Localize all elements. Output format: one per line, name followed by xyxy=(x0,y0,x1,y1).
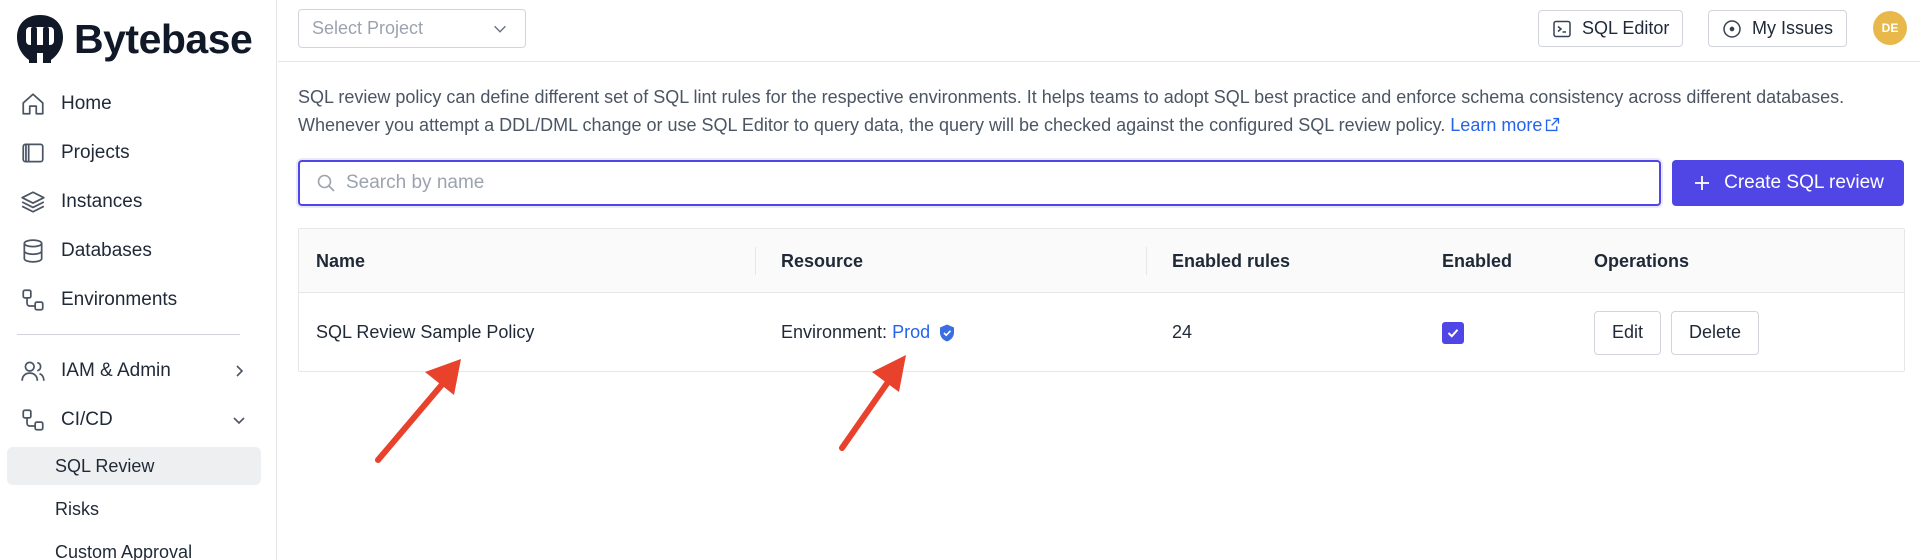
sidebar-item-label: Instances xyxy=(61,191,143,212)
sidebar-item-sql-review[interactable]: SQL Review xyxy=(7,447,261,485)
sql-review-table: Name Resource Enabled rules Enabled Oper… xyxy=(298,228,1905,372)
bytebase-logo-icon xyxy=(17,15,63,63)
workflow-icon xyxy=(22,409,44,431)
sidebar-item-instances[interactable]: Instances xyxy=(7,183,261,221)
table-header: Name Resource Enabled rules Enabled Oper… xyxy=(299,229,1904,293)
column-header-resource: Resource xyxy=(781,250,864,271)
sql-editor-label: SQL Editor xyxy=(1582,18,1670,38)
project-select[interactable]: Select Project xyxy=(298,9,526,48)
create-sql-review-label: Create SQL review xyxy=(1724,172,1884,193)
sidebar-item-label: Databases xyxy=(61,240,152,261)
search-icon xyxy=(317,174,335,192)
sidebar-item-label: CI/CD xyxy=(61,409,113,430)
check-icon xyxy=(1447,328,1459,338)
sidebar-item-iam-admin[interactable]: IAM & Admin xyxy=(7,352,261,390)
policy-resource: Environment: Prod xyxy=(781,293,957,372)
delete-button[interactable]: Delete xyxy=(1671,310,1760,355)
create-sql-review-button[interactable]: Create SQL review xyxy=(1672,160,1904,206)
environment-link[interactable]: Prod xyxy=(892,322,930,343)
table-row[interactable]: SQL Review Sample Policy Environment: Pr… xyxy=(299,293,1904,372)
column-header-enabled: Enabled xyxy=(1442,250,1513,271)
policy-name: SQL Review Sample Policy xyxy=(316,322,535,342)
sidebar-item-home[interactable]: Home xyxy=(7,85,261,123)
search-input[interactable] xyxy=(346,172,1626,194)
circle-dot-icon xyxy=(1723,19,1741,38)
topbar: Select Project SQL Editor My Issues DE xyxy=(278,0,1920,62)
my-issues-button[interactable]: My Issues xyxy=(1708,10,1848,47)
users-icon xyxy=(21,361,45,381)
shield-icon xyxy=(940,324,955,341)
brand-name: Bytebase xyxy=(74,15,253,62)
chevron-right-icon xyxy=(236,365,244,377)
sidebar-item-label: Home xyxy=(61,93,112,114)
sidebar-item-custom-approval[interactable]: Custom Approval xyxy=(7,533,261,560)
sidebar-item-environments[interactable]: Environments xyxy=(7,281,261,319)
app-root: Bytebase Home Projects Instances Databas… xyxy=(0,0,1920,560)
project-select-placeholder: Select Project xyxy=(312,18,424,38)
user-avatar[interactable]: DE xyxy=(1873,11,1907,45)
operations-cell: Edit Delete xyxy=(1594,293,1769,372)
learn-more-link[interactable]: Learn more xyxy=(1450,115,1561,135)
enabled-rules-count: 24 xyxy=(1172,322,1193,342)
column-header-name: Name xyxy=(316,250,366,271)
sidebar-item-databases[interactable]: Databases xyxy=(7,232,261,270)
sidebar-subitem-label: Risks xyxy=(55,498,99,519)
sidebar-item-ci-cd[interactable]: CI/CD xyxy=(7,401,261,439)
sidebar-item-risks[interactable]: Risks xyxy=(7,490,261,528)
sidebar-subitem-label: SQL Review xyxy=(55,455,155,476)
home-icon xyxy=(22,93,44,115)
sidebar-item-projects[interactable]: Projects xyxy=(7,134,261,172)
chevron-down-icon xyxy=(233,417,245,425)
chevron-down-icon xyxy=(494,25,506,33)
terminal-icon xyxy=(1553,20,1571,37)
learn-more-label: Learn more xyxy=(1450,115,1543,135)
enabled-cell xyxy=(1442,293,1464,372)
projects-icon xyxy=(22,143,44,163)
description-text: SQL review policy can define different s… xyxy=(298,87,1845,135)
sidebar-item-label: Environments xyxy=(61,289,178,310)
enabled-checkbox[interactable] xyxy=(1442,321,1464,344)
column-separator xyxy=(755,247,756,275)
plus-icon xyxy=(1695,176,1710,190)
external-link-icon xyxy=(1546,117,1560,132)
column-header-enabled-rules: Enabled rules xyxy=(1172,250,1291,271)
page-description: SQL review policy can define different s… xyxy=(298,83,1908,139)
brand-logo[interactable]: Bytebase xyxy=(14,13,253,65)
sidebar-item-label: Projects xyxy=(61,142,130,163)
database-icon xyxy=(23,239,43,263)
search-box xyxy=(298,160,1661,206)
sql-editor-button[interactable]: SQL Editor xyxy=(1538,10,1684,47)
my-issues-label: My Issues xyxy=(1752,18,1834,38)
edit-button[interactable]: Edit xyxy=(1594,310,1662,355)
layers-icon xyxy=(21,191,45,213)
sidebar-subitem-label: Custom Approval xyxy=(55,541,193,560)
column-separator xyxy=(1146,247,1147,275)
sidebar-divider xyxy=(17,334,240,335)
resource-prefix: Environment: xyxy=(781,322,888,342)
column-header-operations: Operations xyxy=(1594,250,1690,271)
environments-icon xyxy=(22,289,44,311)
annotation-arrow-name xyxy=(375,359,461,463)
sidebar-item-label: IAM & Admin xyxy=(61,360,171,381)
sidebar: Bytebase Home Projects Instances Databas… xyxy=(0,0,277,560)
